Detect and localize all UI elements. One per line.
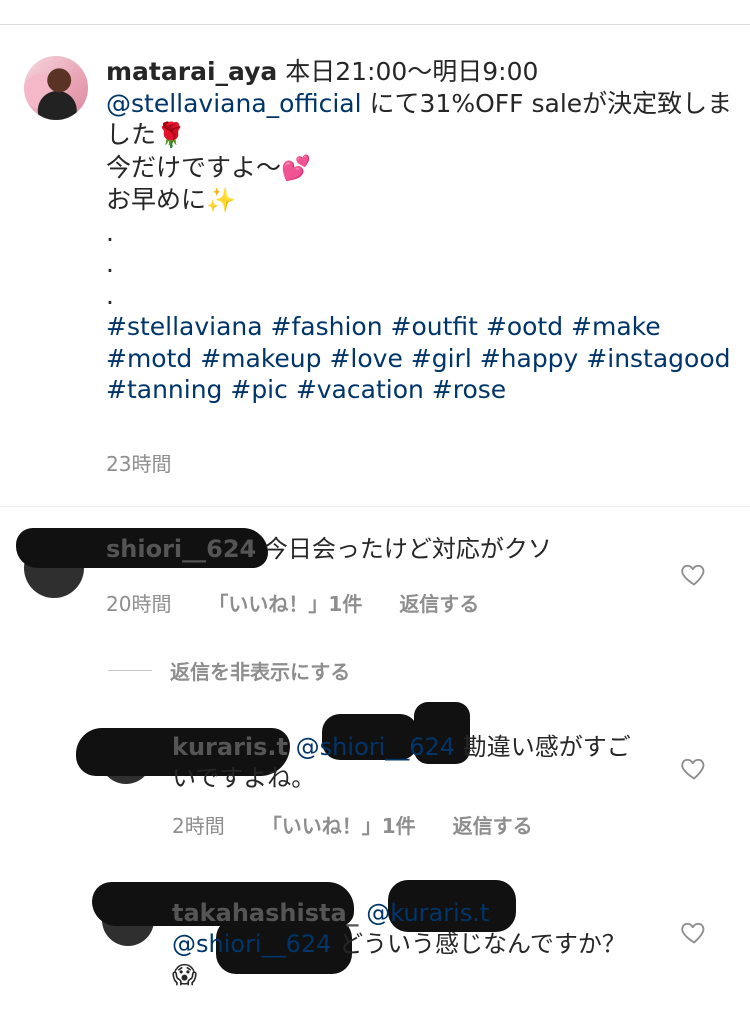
post-timestamp: 23時間 <box>106 452 172 476</box>
comment-likes-count[interactable]: 「いいね！」1件 <box>208 592 362 616</box>
like-heart-icon[interactable] <box>680 560 708 588</box>
reply-button[interactable]: 返信する <box>453 814 533 838</box>
reply-text: takahashista_ @kuraris.t @shiori__624 どう… <box>172 898 642 991</box>
like-heart-icon[interactable] <box>680 918 708 946</box>
author-avatar[interactable] <box>24 56 88 120</box>
commenter-username[interactable]: shiori__624 <box>106 535 256 563</box>
hide-replies-toggle[interactable]: 返信を非表示にする <box>108 656 350 685</box>
rose-icon: 🌹 <box>156 121 186 149</box>
reply-timestamp: 2時間 <box>172 814 225 838</box>
comment-body: 今日会ったけど対応がクソ <box>263 535 552 563</box>
caption-divider <box>0 506 750 507</box>
comment-text: shiori__624 今日会ったけど対応がクソ <box>106 534 666 565</box>
reply-meta: 2時間 「いいね！」1件 返信する <box>172 810 563 839</box>
caption-hashtags[interactable]: #stellaviana #fashion #outfit #ootd #mak… <box>106 312 731 404</box>
top-divider <box>0 24 750 25</box>
author-username[interactable]: matarai_aya <box>106 57 277 86</box>
hide-replies-label: 返信を非表示にする <box>170 660 351 684</box>
sparkles-icon: ✨ <box>206 186 236 214</box>
reply-button[interactable]: 返信する <box>399 592 479 616</box>
comment-timestamp: 20時間 <box>106 592 172 616</box>
replier-username[interactable]: takahashista_ <box>172 899 359 927</box>
reply-likes-count[interactable]: 「いいね！」1件 <box>262 814 416 838</box>
like-heart-icon[interactable] <box>680 754 708 782</box>
caption-mention[interactable]: @stellaviana_official <box>106 89 362 118</box>
reply-text: kuraris.t @shiori__624 勘違い感がすごいですよね。 <box>172 732 642 794</box>
hearts-icon: 💕 <box>281 153 311 182</box>
scream-icon: 😱 <box>172 961 198 989</box>
caption-line1: 本日21:00〜明日9:00 <box>285 57 539 86</box>
caption-dot: . <box>106 280 114 310</box>
caption-line3: 今だけですよ〜 <box>106 152 282 182</box>
reply-mention[interactable]: @shiori__624 <box>296 733 455 761</box>
replier-username[interactable]: kuraris.t <box>172 733 288 761</box>
caption-line4: お早めに <box>106 185 207 214</box>
reply-body: どういう感じなんですか？ <box>339 930 626 958</box>
caption-dot: . <box>106 249 114 278</box>
caption-text: matarai_aya 本日21:00〜明日9:00 @stellaviana_… <box>106 56 736 406</box>
hide-replies-line <box>108 670 152 671</box>
comment-meta: 20時間 「いいね！」1件 返信する <box>106 588 509 617</box>
caption-dot: . <box>106 217 114 247</box>
